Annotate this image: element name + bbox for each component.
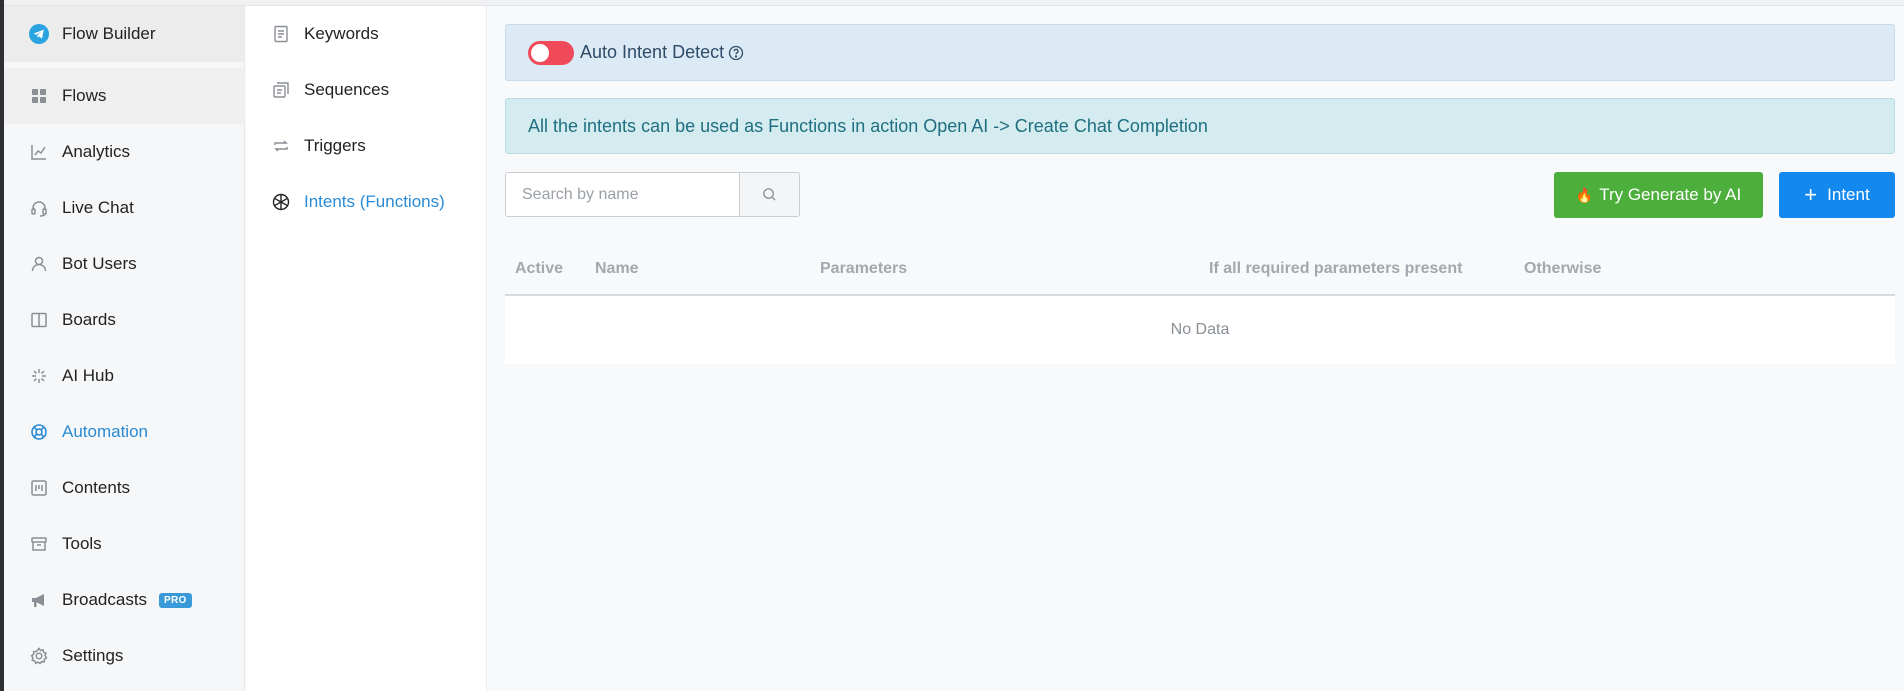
- intents-table: Active Name Parameters If all required p…: [505, 243, 1895, 364]
- sidebar-item-contents[interactable]: Contents: [4, 460, 245, 516]
- main-content: Auto Intent Detect All the intents can b…: [488, 6, 1904, 691]
- table-header: Active Name Parameters If all required p…: [505, 243, 1895, 296]
- sidebar-item-flows[interactable]: Flows: [4, 68, 245, 124]
- column-header-parameters[interactable]: Parameters: [820, 243, 907, 294]
- document-icon: [270, 23, 292, 45]
- fire-icon: 🔥: [1575, 186, 1594, 203]
- search-input[interactable]: [505, 172, 739, 217]
- sidebar-item-label: Bot Users: [62, 254, 137, 273]
- empty-state-text: No Data: [1170, 321, 1230, 338]
- contents-icon: [28, 477, 50, 499]
- sidebar-item-label: Boards: [62, 310, 116, 329]
- openai-icon: [270, 191, 292, 213]
- headset-icon: [28, 197, 50, 219]
- search-button[interactable]: [739, 172, 800, 217]
- chart-icon: [28, 141, 50, 163]
- column-header-otherwise[interactable]: Otherwise: [1524, 243, 1601, 294]
- help-circle-icon[interactable]: [728, 45, 744, 61]
- sidebar-item-label: Broadcasts: [62, 590, 148, 609]
- plus-icon: +: [1804, 182, 1818, 207]
- sidebar-item-label: Analytics: [62, 142, 131, 161]
- subnav-item-label: Intents (Functions): [304, 192, 445, 211]
- repeat-icon: [270, 135, 292, 157]
- add-intent-button[interactable]: + Intent: [1779, 172, 1895, 218]
- subnav-item-sequences[interactable]: Sequences: [246, 62, 486, 118]
- sidebar-header-flow-builder[interactable]: Flow Builder: [4, 6, 245, 62]
- try-generate-ai-label: Try Generate by AI: [1599, 185, 1742, 204]
- subnav-item-label: Sequences: [304, 80, 390, 99]
- sequences-icon: [270, 79, 292, 101]
- column-header-active[interactable]: Active: [515, 243, 563, 294]
- search-icon: [762, 187, 777, 202]
- sidebar-item-settings[interactable]: Settings: [4, 628, 245, 684]
- archive-icon: [28, 533, 50, 555]
- gear-icon: [28, 645, 50, 667]
- sparkle-icon: [28, 365, 50, 387]
- pro-badge: PRO: [159, 592, 192, 608]
- subnav-item-intents[interactable]: Intents (Functions): [246, 174, 486, 230]
- search-group: [505, 172, 800, 217]
- main-sidebar: Flow Builder Flows Analytics Live Chat B…: [4, 6, 245, 691]
- sidebar-item-analytics[interactable]: Analytics: [4, 124, 245, 180]
- subnav-item-label: Triggers: [304, 136, 366, 155]
- sidebar-item-label: Contents: [62, 478, 131, 497]
- add-intent-label: Intent: [1827, 185, 1870, 204]
- sidebar-item-boards[interactable]: Boards: [4, 292, 245, 348]
- sidebar-item-live-chat[interactable]: Live Chat: [4, 180, 245, 236]
- megaphone-icon: [28, 589, 50, 611]
- try-generate-ai-button[interactable]: 🔥 Try Generate by AI: [1554, 172, 1763, 218]
- sidebar-item-label: AI Hub: [62, 366, 114, 385]
- sidebar-item-automation[interactable]: Automation: [4, 404, 245, 460]
- column-header-name[interactable]: Name: [595, 243, 639, 294]
- board-icon: [28, 309, 50, 331]
- sub-navigation: Keywords Sequences Triggers Intents (Fun…: [246, 6, 487, 691]
- auto-intent-toggle[interactable]: [528, 40, 574, 65]
- sidebar-item-label: Tools: [62, 534, 102, 553]
- sidebar-item-label: Settings: [62, 646, 124, 665]
- auto-intent-label: Auto Intent Detect: [580, 42, 725, 62]
- sidebar-item-bot-users[interactable]: Bot Users: [4, 236, 245, 292]
- subnav-item-triggers[interactable]: Triggers: [246, 118, 486, 174]
- sidebar-header-label: Flow Builder: [62, 24, 156, 43]
- grid-icon: [28, 85, 50, 107]
- subnav-item-keywords[interactable]: Keywords: [246, 6, 486, 62]
- sidebar-item-label: Automation: [62, 422, 148, 441]
- sidebar-item-ai-hub[interactable]: AI Hub: [4, 348, 245, 404]
- lifebuoy-icon: [28, 421, 50, 443]
- sidebar-item-label: Live Chat: [62, 198, 134, 217]
- user-icon: [28, 253, 50, 275]
- sidebar-item-broadcasts[interactable]: Broadcasts PRO: [4, 572, 245, 628]
- sidebar-item-label: Flows: [62, 86, 107, 105]
- column-header-required-present[interactable]: If all required parameters present: [1209, 243, 1462, 294]
- auto-intent-panel: Auto Intent Detect: [505, 24, 1895, 81]
- subnav-item-label: Keywords: [304, 24, 379, 43]
- toggle-knob: [531, 43, 549, 62]
- sidebar-item-tools[interactable]: Tools: [4, 516, 245, 572]
- telegram-icon: [28, 23, 50, 45]
- info-alert: All the intents can be used as Functions…: [505, 98, 1895, 154]
